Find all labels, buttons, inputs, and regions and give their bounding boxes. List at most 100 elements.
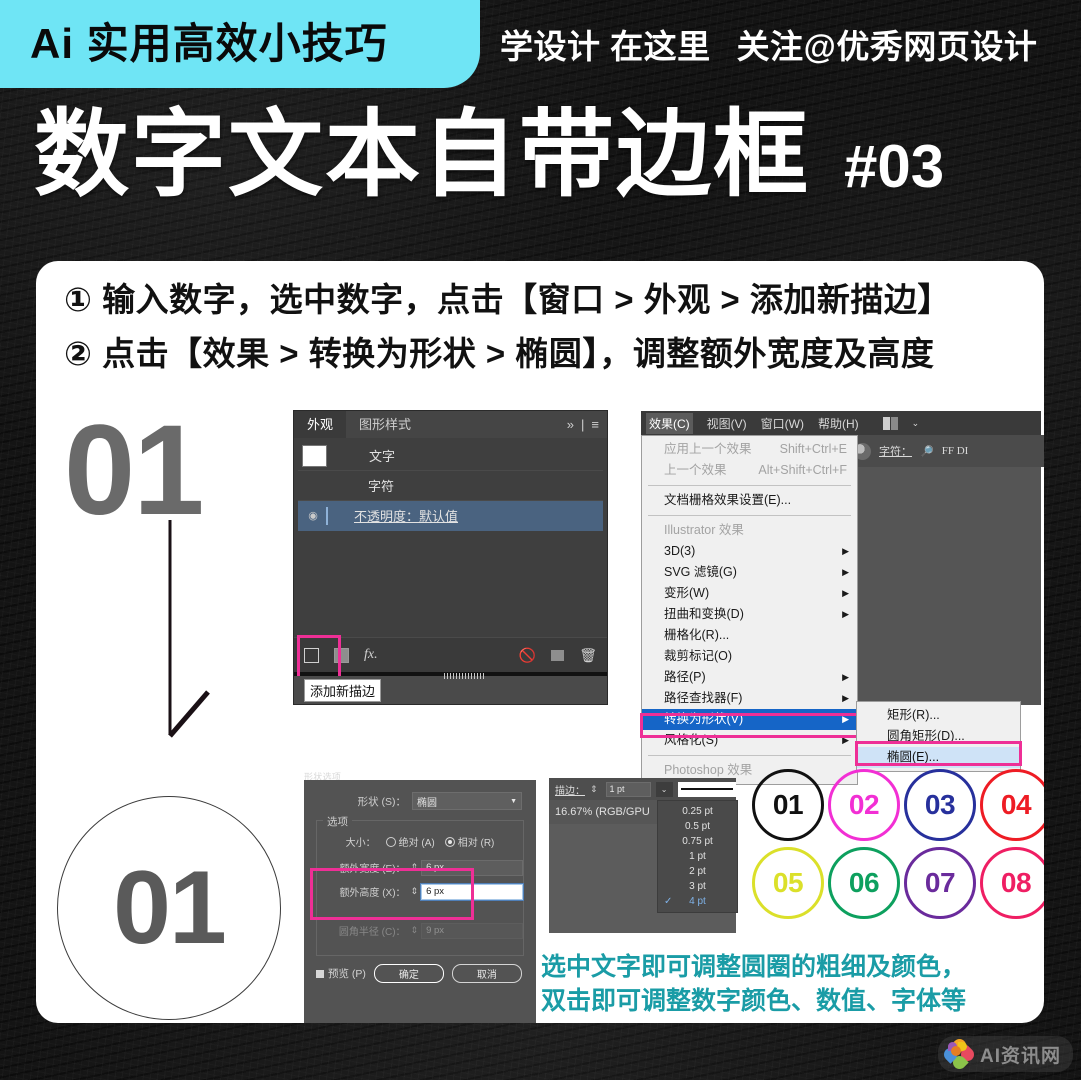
menu-item-distort-transform[interactable]: 扭曲和变换(D) ▶: [642, 604, 857, 625]
stroke-preview: [677, 781, 736, 797]
submenu-item-rounded-rectangle[interactable]: 圆角矩形(D)...: [857, 726, 1020, 747]
menu-item-label: 变形(W): [664, 586, 710, 600]
chevron-right-icon: ▶: [842, 546, 849, 556]
menu-item-label: 转换为形状(V): [664, 712, 744, 726]
menu-separator: [648, 755, 851, 756]
expand-icon[interactable]: »: [567, 417, 574, 432]
sample-circle-label: 02: [848, 789, 880, 820]
dropdown-option[interactable]: 2 pt: [658, 864, 737, 879]
menu-item-rasterize[interactable]: 栅格化(R)...: [642, 625, 857, 646]
table-row[interactable]: 字符: [298, 471, 603, 501]
menu-help[interactable]: 帮助(H): [818, 415, 859, 432]
menu-separator: [648, 515, 851, 516]
ok-button[interactable]: 确定: [373, 964, 444, 983]
dialog-footer: 预览 (P) 确定 取消: [304, 964, 536, 983]
menu-item-svg-filters[interactable]: SVG 滤镜(G) ▶: [642, 562, 857, 583]
sample-circle: 06: [828, 847, 900, 919]
shape-select-row: 形状 (S)： 椭圆 ▼: [304, 788, 536, 814]
menu-window[interactable]: 窗口(W): [761, 415, 804, 432]
delete-item-icon[interactable]: 🗑: [579, 648, 597, 662]
fill-swatch[interactable]: [302, 444, 327, 467]
stroke-weight-input[interactable]: 1 pt: [605, 781, 651, 797]
table-row-selected[interactable]: ◉ 不透明度：默认值: [298, 501, 603, 531]
submenu-item-ellipse[interactable]: 椭圆(E)...: [857, 747, 1020, 768]
menu-item-pathfinder[interactable]: 路径查找器(F) ▶: [642, 688, 857, 709]
cancel-button[interactable]: 取消: [451, 964, 522, 983]
dropdown-option[interactable]: 0.25 pt: [658, 804, 737, 819]
menu-effect[interactable]: 效果(C): [646, 412, 693, 434]
extra-height-input[interactable]: 6 px: [421, 883, 523, 900]
menu-item-label: 3D(3): [664, 544, 696, 558]
stroke-label[interactable]: 描边：: [555, 782, 585, 797]
add-new-fill-icon[interactable]: [334, 647, 349, 663]
shape-select[interactable]: 椭圆 ▼: [412, 792, 522, 810]
menu-item[interactable]: 应用上一个效果 Shift+Ctrl+E: [642, 439, 857, 460]
extra-width-label: 额外宽度 (E)：: [339, 864, 406, 875]
fx-icon[interactable]: fx.: [364, 648, 378, 662]
preview-checkbox[interactable]: 预览 (P): [316, 966, 366, 981]
row-label-opacity: 不透明度：默认值: [354, 509, 459, 524]
tab-appearance[interactable]: 外观: [294, 411, 347, 438]
row-label-character: 字符: [368, 479, 395, 494]
workspace-switcher-icon[interactable]: [882, 416, 898, 430]
menu-item-crop-marks[interactable]: 裁剪标记(O): [642, 646, 857, 667]
corner-radius-row: 圆角半径 (C)： ⇕ 9 px: [317, 920, 523, 941]
shape-label: 形状 (S)：: [357, 795, 406, 808]
chevron-down-icon[interactable]: ⌄: [912, 418, 920, 429]
circled-number-example: 01: [57, 796, 281, 1020]
tab-graphic-styles[interactable]: 图形样式: [346, 411, 424, 438]
menu-item-warp[interactable]: 变形(W) ▶: [642, 583, 857, 604]
menu-item-label: 路径(P): [664, 670, 706, 684]
menu-item[interactable]: 上一个效果 Alt+Shift+Ctrl+F: [642, 460, 857, 481]
radio-relative[interactable]: 相对 (R): [444, 834, 495, 849]
table-row[interactable]: 文字: [298, 441, 603, 471]
shape-options-dialog: 形状 (S)： 椭圆 ▼ 选项 大小： 绝对 (A) 相对 (R) 额外宽度 (…: [304, 780, 536, 1023]
search-icon[interactable]: 🔎: [920, 445, 934, 458]
menu-item-convert-to-shape[interactable]: 转换为形状(V) ▶: [642, 709, 857, 730]
panel-header-controls: » | ≡: [567, 411, 599, 438]
control-bar: 字符： 🔎 FF DI: [846, 435, 1044, 467]
stepper-icon[interactable]: ⇕: [590, 784, 598, 795]
sample-circle: 02: [828, 769, 900, 841]
stepper-icon[interactable]: ⇕: [411, 886, 419, 897]
sample-circle: 08: [980, 847, 1044, 919]
panel-menu-icon[interactable]: ≡: [591, 417, 599, 432]
submenu-item-rectangle[interactable]: 矩形(R)...: [857, 705, 1020, 726]
banner-tag: Ai 实用高效小技巧: [0, 0, 480, 88]
chevron-right-icon: ▶: [842, 609, 849, 619]
extra-height-row: 额外高度 (X)： ⇕ 6 px: [317, 881, 523, 902]
options-fieldset: 选项 大小： 绝对 (A) 相对 (R) 额外宽度 (E)： ⇕ 6 px 额外…: [316, 814, 524, 956]
size-radio-row: 大小： 绝对 (A) 相对 (R): [317, 831, 523, 851]
eye-icon[interactable]: ◉: [300, 509, 326, 522]
menu-item-stylize[interactable]: 风格化(S) ▶: [642, 730, 857, 751]
menu-item-shortcut: Shift+Ctrl+E: [779, 442, 847, 456]
extra-width-input[interactable]: 6 px: [421, 859, 523, 876]
effects-menu-screenshot: 效果(C) 视图(V) 窗口(W) 帮助(H) ⌄ 字符： 🔎 FF DI 应用…: [640, 411, 1044, 785]
dropdown-option[interactable]: 1 pt: [658, 849, 737, 864]
preview-label: 预览 (P): [328, 968, 366, 980]
scrubber-handle[interactable]: [444, 673, 486, 679]
menu-item-path[interactable]: 路径(P) ▶: [642, 667, 857, 688]
duplicate-item-icon[interactable]: [551, 649, 565, 661]
dropdown-option[interactable]: 0.5 pt: [658, 819, 737, 834]
clear-appearance-icon[interactable]: 🚫: [519, 648, 536, 662]
menu-section-illustrator-effects: Illustrator 效果: [664, 523, 744, 537]
radio-relative-label: 相对 (R): [457, 837, 495, 849]
character-label[interactable]: 字符：: [879, 443, 912, 459]
menu-item-raster-settings[interactable]: 文档栅格效果设置(E)...: [642, 490, 857, 511]
radio-absolute[interactable]: 绝对 (A): [385, 834, 435, 849]
menu-item-3d[interactable]: 3D(3) ▶: [642, 541, 857, 562]
list-empty-area: [298, 531, 603, 634]
radio-absolute-label: 绝对 (A): [398, 837, 435, 849]
menu-separator: [648, 485, 851, 486]
stepper-icon[interactable]: ⇕: [411, 862, 419, 873]
appearance-tabs: 外观 图形样式 » | ≡: [294, 411, 607, 438]
dropdown-option-selected[interactable]: 4 pt: [658, 894, 737, 909]
dropdown-option[interactable]: 0.75 pt: [658, 834, 737, 849]
stroke-dropdown-toggle[interactable]: ⌄: [655, 781, 673, 797]
steps-list: ① 输入数字，选中数字，点击【窗口 > 外观 > 添加新描边】 ② 点击【效果 …: [64, 282, 1024, 390]
add-new-stroke-icon[interactable]: [304, 647, 319, 663]
banner-right-text: 学设计 在这里 关注@优秀网页设计: [500, 0, 1037, 88]
menu-view[interactable]: 视图(V): [707, 415, 747, 432]
dropdown-option[interactable]: 3 pt: [658, 879, 737, 894]
